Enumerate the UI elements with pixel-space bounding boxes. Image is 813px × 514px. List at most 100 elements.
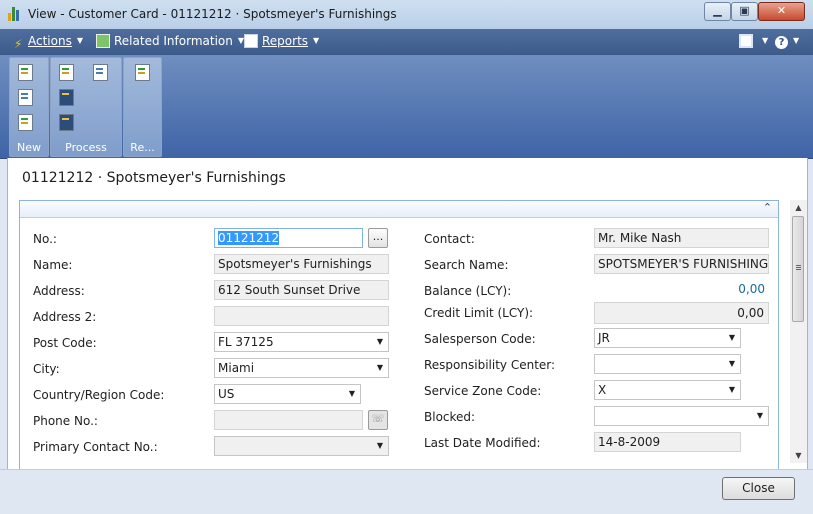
contact-field[interactable]: Mr. Mike Nash — [594, 228, 769, 248]
scroll-down-icon[interactable]: ▼ — [790, 448, 807, 463]
related-information-label: Related Information — [114, 34, 233, 48]
label-name: Name: — [33, 258, 73, 272]
minimize-button[interactable]: ▁ — [704, 2, 731, 21]
title-bar: View - Customer Card - 01121212 · Spotsm… — [0, 0, 813, 30]
related-information-menu[interactable]: Related Information ▼ — [96, 34, 244, 48]
chevron-down-icon: ▼ — [793, 36, 800, 45]
statistics-icon[interactable] — [93, 64, 108, 81]
scroll-thumb[interactable] — [792, 216, 804, 322]
help-menu[interactable]: ? ▼ — [775, 34, 799, 49]
card-content: 01121212 · Spotsmeyer's Furnishings ⌃ No… — [7, 158, 808, 470]
new-document-icon[interactable] — [18, 64, 33, 81]
ribbon-group-label: New — [17, 141, 41, 154]
label-post-code: Post Code: — [33, 336, 97, 350]
dropdown-arrow-icon[interactable]: ▼ — [724, 355, 740, 373]
dropdown-arrow-icon[interactable]: ▼ — [724, 381, 740, 399]
last-date-modified-field: 14-8-2009 — [594, 432, 741, 452]
chevron-down-icon: ▼ — [313, 36, 320, 45]
lightning-icon: ⚡ — [14, 37, 23, 51]
related-info-icon — [96, 34, 110, 48]
label-contact: Contact: — [424, 232, 475, 246]
label-credit-limit: Credit Limit (LCY): — [424, 306, 534, 320]
no-value: 01121212 — [218, 231, 280, 245]
ribbon-group-new: New — [9, 57, 49, 157]
address-field[interactable]: 612 South Sunset Drive — [214, 280, 389, 300]
help-icon: ? — [775, 36, 788, 49]
reports-label: Reports — [262, 34, 309, 48]
post-code-dropdown[interactable]: FL 37125 ▼ — [214, 332, 389, 352]
dropdown-arrow-icon[interactable]: ▼ — [372, 437, 388, 455]
label-address: Address: — [33, 284, 85, 298]
dropdown-arrow-icon[interactable]: ▼ — [752, 407, 768, 425]
chevron-down-icon: ▼ — [762, 36, 769, 45]
ribbon-group-process: Process — [50, 57, 122, 157]
no-field[interactable]: 01121212 — [214, 228, 363, 248]
post-code-value: FL 37125 — [218, 335, 274, 349]
page-title: 01121212 · Spotsmeyer's Furnishings — [22, 170, 286, 186]
actions-label: Actions — [28, 34, 72, 48]
collapse-icon[interactable]: ⌃ — [763, 201, 772, 214]
label-city: City: — [33, 362, 60, 376]
country-region-dropdown[interactable]: US ▼ — [214, 384, 361, 404]
actions-menu[interactable]: ⚡ Actions ▼ — [14, 34, 83, 51]
label-no: No.: — [33, 232, 57, 246]
city-value: Miami — [218, 361, 255, 375]
label-phone: Phone No.: — [33, 414, 98, 428]
primary-contact-dropdown[interactable]: ▼ — [214, 436, 389, 456]
report-icon[interactable] — [135, 64, 150, 81]
ribbon-group-label: Re... — [130, 141, 155, 154]
window-layout-icon — [739, 34, 753, 48]
no-assist-button[interactable]: ... — [368, 228, 388, 248]
service-zone-dropdown[interactable]: X ▼ — [594, 380, 741, 400]
salesperson-dropdown[interactable]: JR ▼ — [594, 328, 741, 348]
label-last-date-modified: Last Date Modified: — [424, 436, 541, 450]
phone-field[interactable] — [214, 410, 363, 430]
vertical-scrollbar[interactable]: ▲ ▼ — [790, 200, 807, 463]
name-field[interactable]: Spotsmeyer's Furnishings — [214, 254, 389, 274]
blocked-dropdown[interactable]: ▼ — [594, 406, 769, 426]
dropdown-arrow-icon[interactable]: ▼ — [344, 385, 360, 403]
label-primary-contact: Primary Contact No.: — [33, 440, 158, 454]
reports-icon — [244, 34, 258, 48]
ribbon-group-label: Process — [65, 141, 107, 154]
label-balance: Balance (LCY): — [424, 284, 512, 298]
new-blank-icon[interactable] — [18, 89, 33, 106]
app-icon — [8, 7, 22, 21]
dimensions-icon[interactable] — [59, 89, 74, 106]
address-2-field[interactable] — [214, 306, 389, 326]
fasttab-header[interactable]: ⌃ — [20, 201, 778, 218]
reports-menu[interactable]: Reports ▼ — [244, 34, 319, 48]
dropdown-arrow-icon[interactable]: ▼ — [372, 333, 388, 351]
process-action-icon[interactable] — [59, 114, 74, 131]
layout-menu[interactable]: ▼ — [739, 34, 768, 48]
close-button[interactable]: Close — [722, 477, 795, 500]
city-dropdown[interactable]: Miami ▼ — [214, 358, 389, 378]
ribbon: New Process Re... — [0, 55, 813, 159]
new-copy-icon[interactable] — [18, 114, 33, 131]
label-salesperson: Salesperson Code: — [424, 332, 536, 346]
credit-limit-field[interactable]: 0,00 — [594, 302, 769, 324]
scroll-up-icon[interactable]: ▲ — [790, 200, 807, 215]
search-name-field[interactable]: SPOTSMEYER'S FURNISHINGS — [594, 254, 769, 274]
label-country-region: Country/Region Code: — [33, 388, 165, 402]
maximize-button[interactable]: ▣ — [731, 2, 758, 21]
grip-icon — [796, 265, 801, 266]
label-blocked: Blocked: — [424, 410, 476, 424]
service-zone-value: X — [598, 383, 607, 397]
label-search-name: Search Name: — [424, 258, 509, 272]
window-title: View - Customer Card - 01121212 · Spotsm… — [28, 7, 397, 21]
phone-call-icon: ☏ — [368, 410, 388, 430]
balance-link[interactable]: 0,00 — [594, 280, 769, 300]
command-bar: ⚡ Actions ▼ Related Information ▼ Reports ▼ … — [0, 29, 813, 55]
salesperson-value: JR — [598, 331, 610, 345]
close-window-button[interactable]: ✕ — [758, 2, 805, 21]
label-service-zone: Service Zone Code: — [424, 384, 542, 398]
chevron-down-icon: ▼ — [76, 36, 83, 45]
country-region-value: US — [218, 387, 235, 401]
ribbon-group-reports: Re... — [123, 57, 162, 157]
dropdown-arrow-icon[interactable]: ▼ — [372, 359, 388, 377]
label-address-2: Address 2: — [33, 310, 97, 324]
responsibility-center-dropdown[interactable]: ▼ — [594, 354, 741, 374]
dropdown-arrow-icon[interactable]: ▼ — [724, 329, 740, 347]
ledger-icon[interactable] — [59, 64, 74, 81]
